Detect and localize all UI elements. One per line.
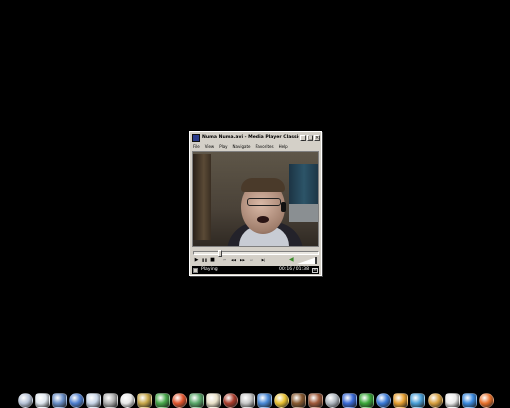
clock-icon[interactable] — [18, 393, 33, 408]
video-door — [193, 154, 211, 240]
fast-forward-button[interactable]: ▶▶ — [239, 256, 246, 264]
menu-navigate[interactable]: Navigate — [232, 143, 252, 150]
frame-step-button[interactable]: ▶| — [260, 256, 267, 264]
paper-icon[interactable] — [205, 393, 221, 408]
maximize-button[interactable]: □ — [307, 134, 313, 141]
status-separator: / — [293, 267, 295, 272]
menu-play[interactable]: Play — [218, 143, 228, 150]
desktop: Numa Numa.avi - Media Player Classic _ □… — [0, 0, 510, 408]
stop-button[interactable]: ■ — [209, 256, 216, 264]
menu-bar: File View Play Navigate Favorites Help — [192, 143, 320, 150]
video-person-glasses — [247, 198, 281, 206]
status-duration: 01:38 — [295, 267, 309, 272]
speaker-icon[interactable]: ◀ — [289, 257, 294, 263]
magnet-icon[interactable] — [342, 393, 358, 408]
cloud-icon[interactable] — [35, 393, 51, 408]
pen-icon[interactable] — [103, 393, 119, 408]
orb-icon[interactable] — [154, 393, 170, 408]
shield-icon[interactable] — [325, 393, 341, 408]
fish-icon[interactable] — [393, 393, 409, 408]
menu-favorites[interactable]: Favorites — [255, 143, 275, 150]
notebook-icon[interactable] — [69, 393, 85, 408]
seek-bar[interactable] — [193, 250, 319, 257]
people-icon[interactable] — [410, 393, 426, 408]
volume-slider[interactable] — [297, 257, 317, 264]
menu-file[interactable]: File — [192, 143, 201, 150]
video-curtain — [289, 164, 318, 204]
menu-view[interactable]: View — [204, 143, 216, 150]
minimize-button[interactable]: _ — [300, 134, 306, 141]
wrench-icon[interactable] — [137, 393, 153, 408]
earth-icon[interactable] — [461, 393, 477, 408]
video-area[interactable] — [192, 151, 319, 247]
status-audio-icon[interactable]: M — [312, 267, 318, 273]
status-state: Playing — [201, 267, 218, 272]
dock — [18, 389, 494, 408]
volume-thumb[interactable] — [315, 257, 317, 264]
status-position: 00:16 — [278, 267, 293, 272]
play-button[interactable]: ▶ — [193, 256, 200, 264]
next-button[interactable]: ⏭ — [248, 256, 255, 264]
status-icon — [193, 267, 198, 273]
star-icon[interactable] — [273, 393, 289, 408]
video-person-hair — [241, 178, 285, 192]
status-bar: Playing 00:16 / 01:38 M — [192, 266, 319, 274]
feather-icon[interactable] — [188, 393, 204, 408]
bag-icon[interactable] — [308, 393, 324, 408]
video-window — [289, 204, 318, 222]
person-icon[interactable] — [427, 393, 443, 408]
video-person-headset — [281, 202, 286, 212]
monitor-icon[interactable] — [52, 393, 68, 408]
flame-icon[interactable] — [171, 393, 187, 408]
pause-button[interactable]: ❚❚ — [201, 256, 208, 264]
disc-icon[interactable] — [86, 393, 102, 408]
menu-help[interactable]: Help — [278, 143, 289, 150]
clapper-icon[interactable] — [222, 393, 238, 408]
video-person-mouth — [257, 216, 269, 223]
chat-icon[interactable] — [444, 393, 460, 408]
document-icon[interactable] — [120, 393, 136, 408]
firefox-icon[interactable] — [478, 393, 494, 408]
media-play-icon[interactable] — [376, 393, 392, 408]
chest-icon[interactable] — [291, 393, 306, 408]
magnifier-icon[interactable] — [239, 393, 255, 408]
app-icon — [192, 133, 200, 142]
close-button[interactable]: × — [314, 134, 320, 141]
globe-icon[interactable] — [256, 393, 272, 408]
previous-button[interactable]: ⏮ — [221, 256, 228, 264]
volume-ramp — [297, 257, 317, 264]
rewind-button[interactable]: ◀◀ — [230, 256, 237, 264]
recycle-icon[interactable] — [359, 393, 375, 408]
window-title: Numa Numa.avi - Media Player Classic — [202, 135, 299, 140]
control-bar: ▶ ❚❚ ■ ⏮ ◀◀ ▶▶ ⏭ ▶| ◀ — [193, 256, 319, 265]
media-player-window: Numa Numa.avi - Media Player Classic _ □… — [189, 131, 322, 276]
title-bar[interactable]: Numa Numa.avi - Media Player Classic _ □… — [191, 133, 320, 142]
